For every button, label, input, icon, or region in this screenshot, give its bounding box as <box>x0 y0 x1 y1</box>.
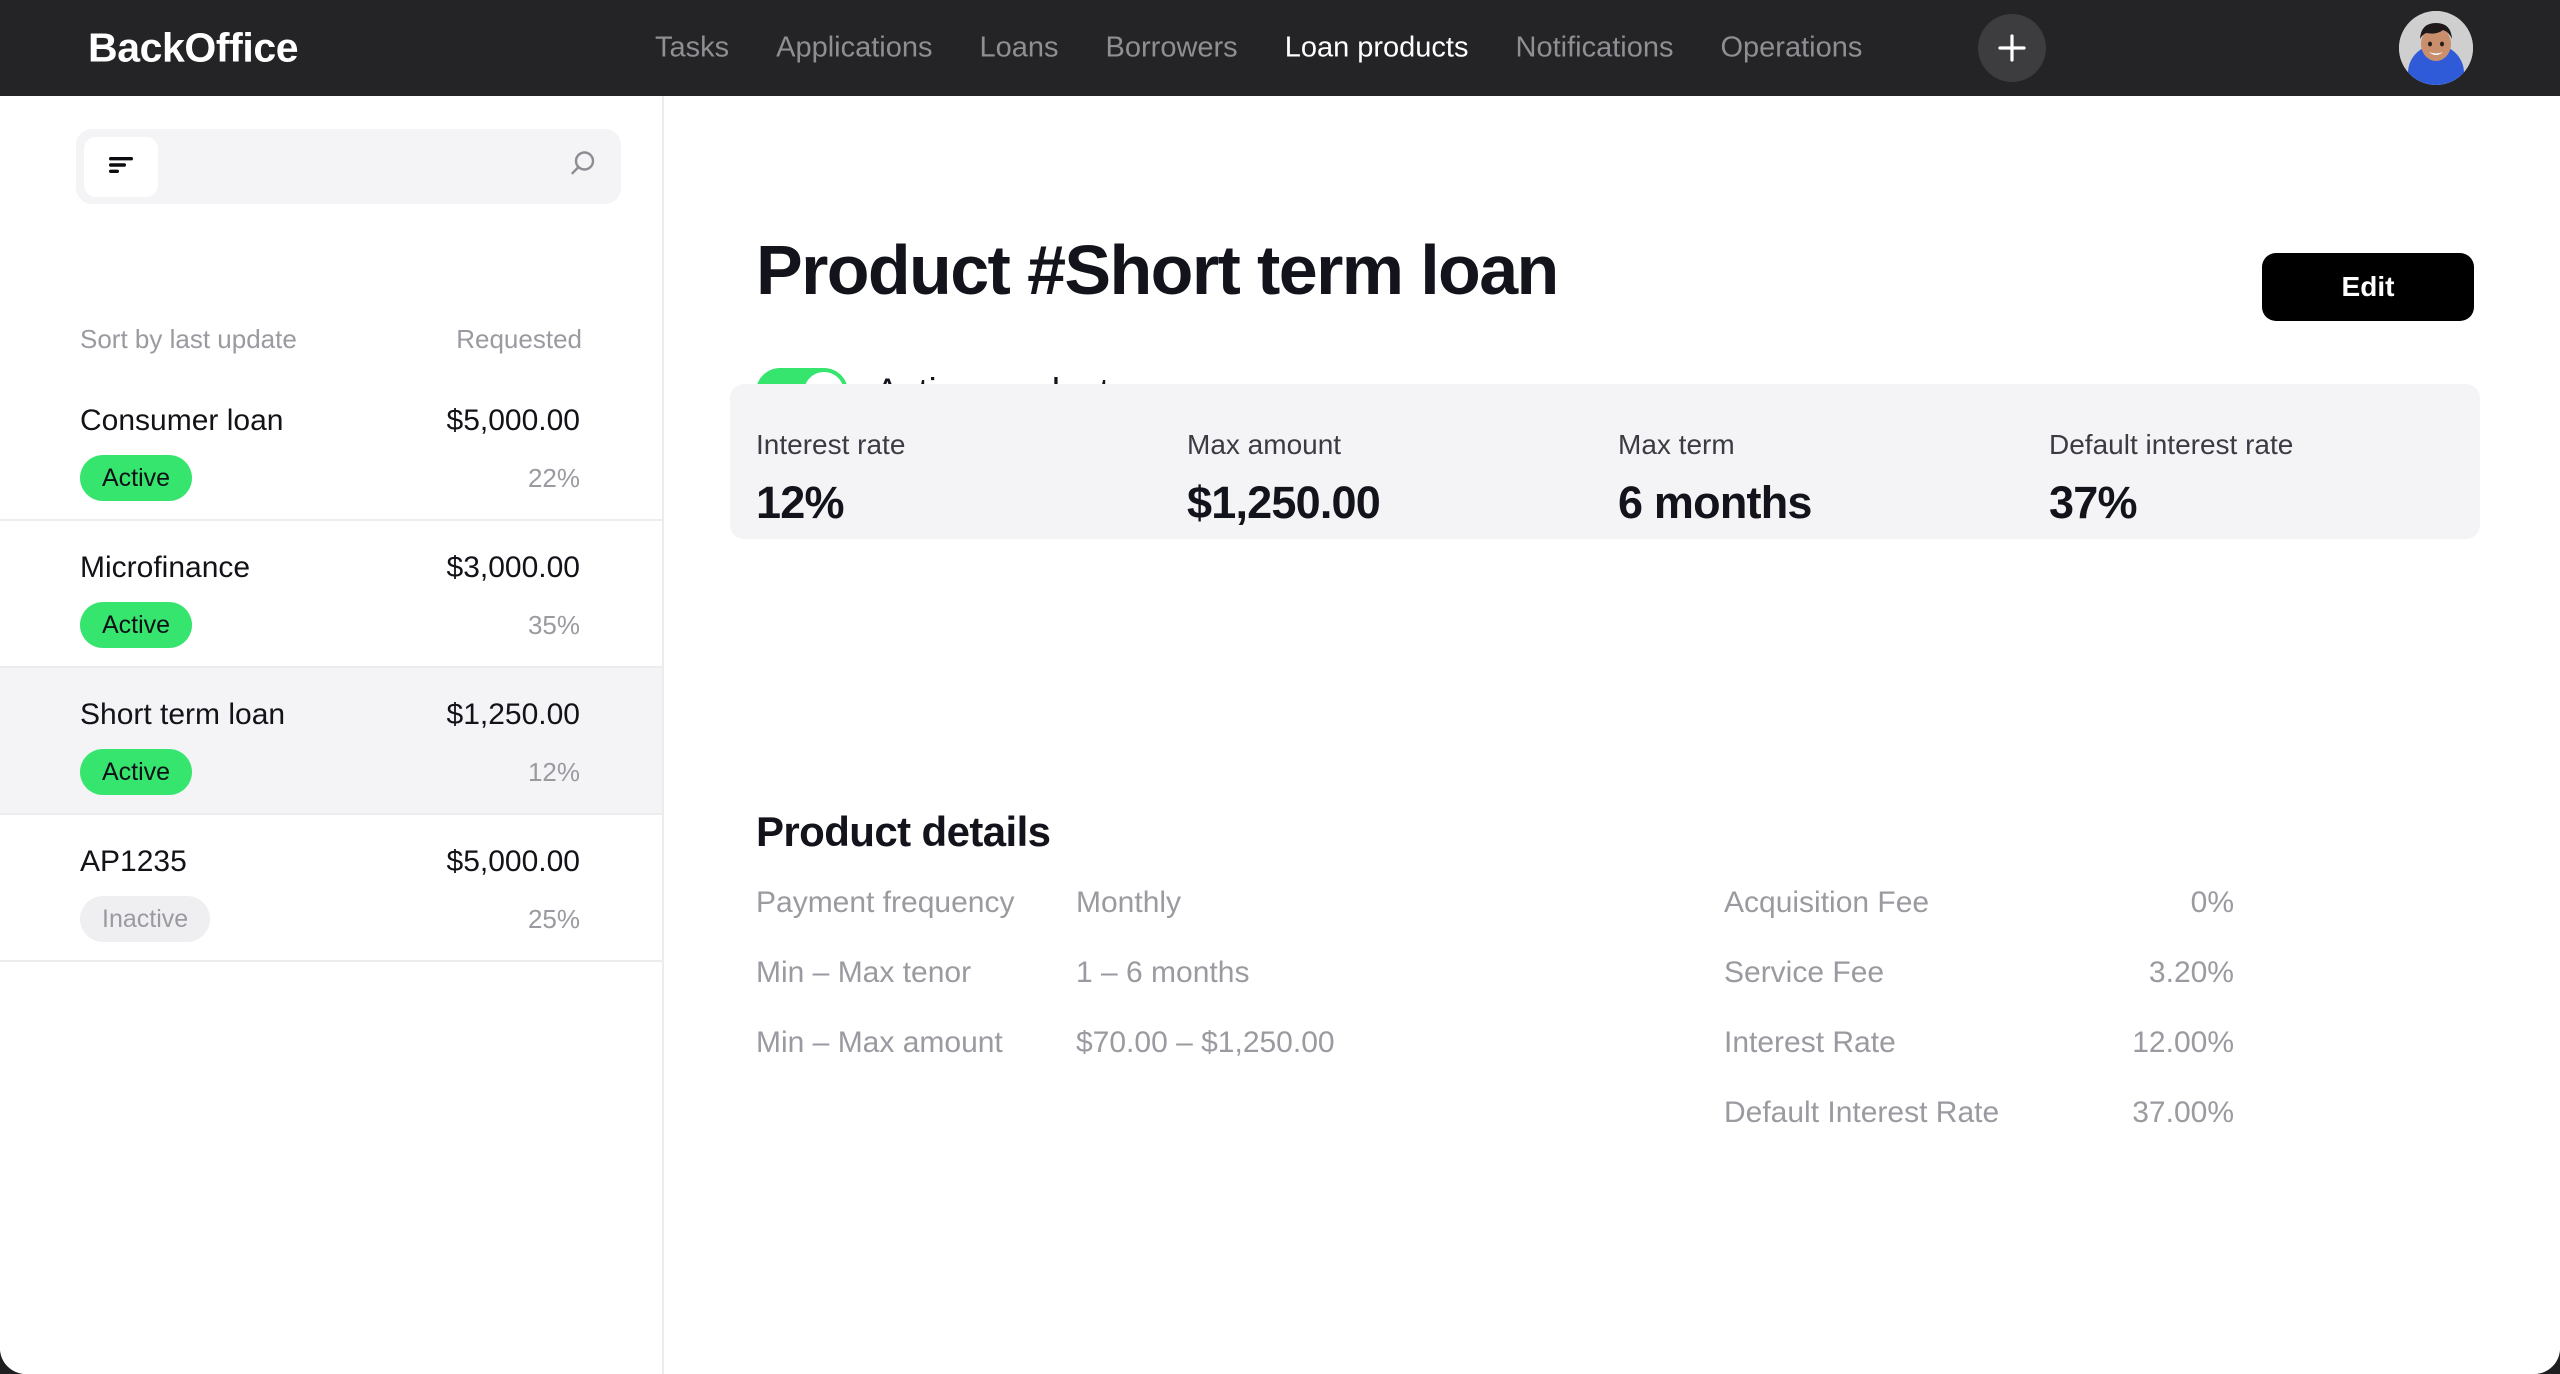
detail-row: Interest Rate 12.00% <box>1724 1026 2456 1096</box>
nav-item-notifications[interactable]: Notifications <box>1516 32 1674 65</box>
status-badge: Active <box>80 455 193 501</box>
detail-label: Min – Max tenor <box>756 956 972 989</box>
stat-label: Default interest rate <box>2049 429 2294 460</box>
list-item-percent: 25% <box>527 903 580 934</box>
detail-value: $70.00 – $1,250.00 <box>1076 1026 1335 1059</box>
list-item-name: Short term loan <box>80 698 286 731</box>
list-item-percent: 22% <box>527 462 580 493</box>
filter-icon <box>106 153 136 182</box>
main-nav: Tasks Applications Loans Borrowers Loan prod… <box>655 32 1862 65</box>
detail-label: Min – Max amount <box>756 1026 1003 1059</box>
detail-value: 3.20% <box>2148 956 2234 989</box>
sort-by-label[interactable]: Sort by last update <box>80 324 297 355</box>
nav-item-borrowers[interactable]: Borrowers <box>1106 32 1238 65</box>
detail-label: Payment frequency <box>756 886 1015 919</box>
nav-item-loans[interactable]: Loans <box>980 32 1059 65</box>
avatar[interactable] <box>2399 11 2473 85</box>
detail-row: Payment frequency Monthly <box>756 886 1606 956</box>
list-item-percent: 12% <box>527 756 580 787</box>
detail-label: Default Interest Rate <box>1724 1096 2000 1129</box>
sort-row: Sort by last update Requested <box>0 324 664 355</box>
loan-products-list: Consumer loan $5,000.00 Active 22% Microfina… <box>0 374 662 962</box>
detail-label: Interest Rate <box>1724 1026 1896 1059</box>
detail-row: Service Fee 3.20% <box>1724 956 2456 1026</box>
status-badge: Active <box>80 602 193 648</box>
stat-label: Max term <box>1618 429 1735 460</box>
stat-card: Interest rate 12% <box>756 429 1187 539</box>
search-input[interactable] <box>76 129 621 204</box>
list-item-name: Microfinance <box>80 551 251 584</box>
list-item[interactable]: AP1235 $5,000.00 Inactive 25% <box>0 815 662 962</box>
add-button[interactable] <box>1978 14 2046 82</box>
top-navigation-bar: BackOffice Tasks Applications Loans Borrowe… <box>0 0 2560 96</box>
stat-value: $1,250.00 <box>1187 477 1381 528</box>
stat-value: 37% <box>2049 477 2137 528</box>
list-item[interactable]: Microfinance $3,000.00 Active 35% <box>0 521 662 668</box>
nav-item-applications[interactable]: Applications <box>776 32 932 65</box>
stat-value: 12% <box>756 477 844 528</box>
page-title: Product #Short term loan <box>756 231 1559 309</box>
list-item-amount: $5,000.00 <box>446 845 580 878</box>
status-badge: Inactive <box>80 896 211 942</box>
product-details: Payment frequency Monthly Min – Max tenor 1… <box>756 886 2456 1166</box>
status-badge: Active <box>80 749 193 795</box>
sort-requested-label[interactable]: Requested <box>456 324 582 355</box>
detail-value: 1 – 6 months <box>1076 956 1250 989</box>
edit-button[interactable]: Edit <box>2262 253 2474 321</box>
nav-item-loan-products[interactable]: Loan products <box>1285 32 1469 65</box>
list-item-amount: $3,000.00 <box>446 551 580 584</box>
list-item-name: Consumer loan <box>80 404 284 437</box>
stats-card: Interest rate 12% Max amount $1,250.00 Max t… <box>730 384 2480 539</box>
nav-item-tasks[interactable]: Tasks <box>655 32 729 65</box>
list-item-percent: 35% <box>527 609 580 640</box>
detail-value: 0% <box>2190 886 2234 919</box>
detail-label: Acquisition Fee <box>1724 886 1930 919</box>
plus-icon <box>1996 32 2028 64</box>
search-icon[interactable] <box>565 147 599 186</box>
product-details-heading: Product details <box>756 808 1051 855</box>
list-item-name: AP1235 <box>80 845 187 878</box>
detail-value: Monthly <box>1076 886 1182 919</box>
main-content: Product #Short term loan Edit Active pro… <box>666 96 2560 1374</box>
detail-row: Default Interest Rate 37.00% <box>1724 1096 2456 1166</box>
list-item-amount: $5,000.00 <box>446 404 580 437</box>
app-logo[interactable]: BackOffice <box>88 25 299 72</box>
detail-row: Min – Max amount $70.00 – $1,250.00 <box>756 1026 1606 1096</box>
detail-row: Min – Max tenor 1 – 6 months <box>756 956 1606 1026</box>
stat-card: Max term 6 months <box>1618 429 2049 539</box>
list-item-amount: $1,250.00 <box>446 698 580 731</box>
stat-label: Max amount <box>1187 429 1342 460</box>
sidebar: Sort by last update Requested Consumer l… <box>0 96 664 1374</box>
detail-value: 37.00% <box>2132 1096 2234 1129</box>
list-item[interactable]: Short term loan $1,250.00 Active 12% <box>0 668 662 815</box>
details-column-right: Acquisition Fee 0% Service Fee 3.20% Interes… <box>1606 886 2456 1166</box>
stat-label: Interest rate <box>756 429 906 460</box>
detail-label: Service Fee <box>1724 956 1885 989</box>
filter-button[interactable] <box>84 137 158 197</box>
stat-card: Default interest rate 37% <box>2049 429 2480 539</box>
detail-value: 12.00% <box>2132 1026 2234 1059</box>
stat-value: 6 months <box>1618 477 1812 528</box>
details-column-left: Payment frequency Monthly Min – Max tenor 1… <box>756 886 1606 1166</box>
detail-row: Acquisition Fee 0% <box>1724 886 2456 956</box>
application-window: BackOffice Tasks Applications Loans Borrowe… <box>0 0 2560 1374</box>
list-item[interactable]: Consumer loan $5,000.00 Active 22% <box>0 374 662 521</box>
nav-item-operations[interactable]: Operations <box>1720 32 1862 65</box>
stat-card: Max amount $1,250.00 <box>1187 429 1618 539</box>
